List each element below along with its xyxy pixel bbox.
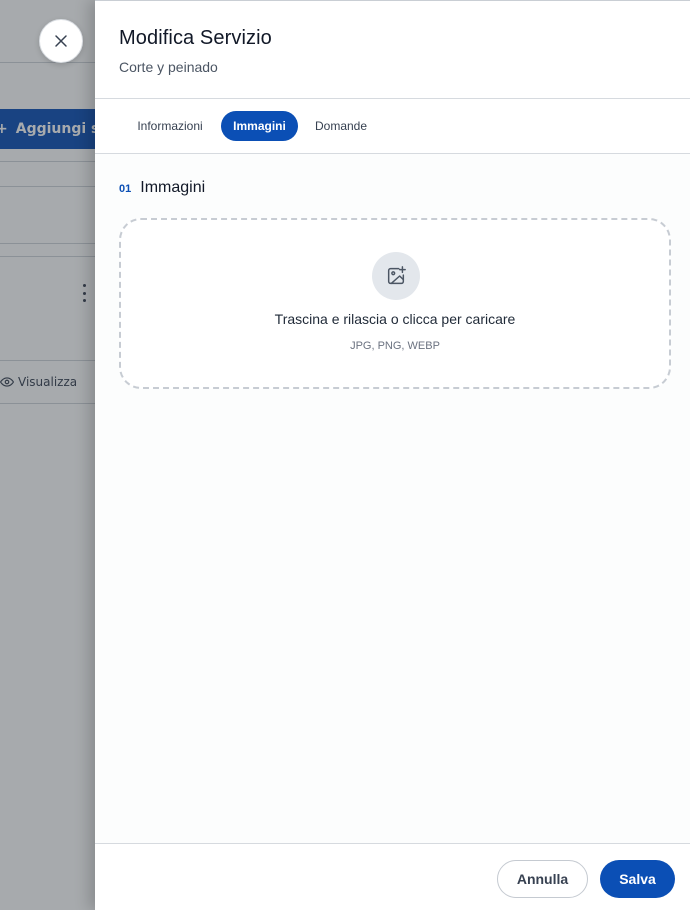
- close-icon: [55, 35, 67, 47]
- section-number: 01: [119, 183, 132, 195]
- drawer-footer: Annulla Salva: [95, 843, 690, 910]
- upload-icon-circle: [372, 252, 420, 300]
- close-button[interactable]: [39, 19, 83, 63]
- tab-bar: Informazioni Immagini Domande: [95, 99, 690, 154]
- image-plus-icon: [387, 266, 406, 285]
- drawer-title: Modifica Servizio: [119, 27, 272, 49]
- edit-service-drawer: Modifica Servizio Corte y peinado Inform…: [95, 0, 690, 910]
- drawer-header: Modifica Servizio Corte y peinado: [95, 1, 690, 99]
- tab-immagini[interactable]: Immagini: [221, 111, 298, 141]
- save-button[interactable]: Salva: [600, 860, 675, 898]
- section-heading: 01 Immagini: [119, 179, 205, 197]
- image-upload-dropzone[interactable]: Trascina e rilascia o clicca per caricar…: [119, 218, 671, 389]
- section-title: Immagini: [140, 179, 206, 196]
- drawer-subtitle: Corte y peinado: [119, 59, 218, 75]
- dropzone-hint: JPG, PNG, WEBP: [350, 340, 440, 352]
- tab-domande[interactable]: Domande: [303, 111, 379, 141]
- cancel-button[interactable]: Annulla: [497, 860, 588, 898]
- tab-informazioni[interactable]: Informazioni: [123, 111, 217, 141]
- dropzone-text: Trascina e rilascia o clicca per caricar…: [274, 311, 516, 327]
